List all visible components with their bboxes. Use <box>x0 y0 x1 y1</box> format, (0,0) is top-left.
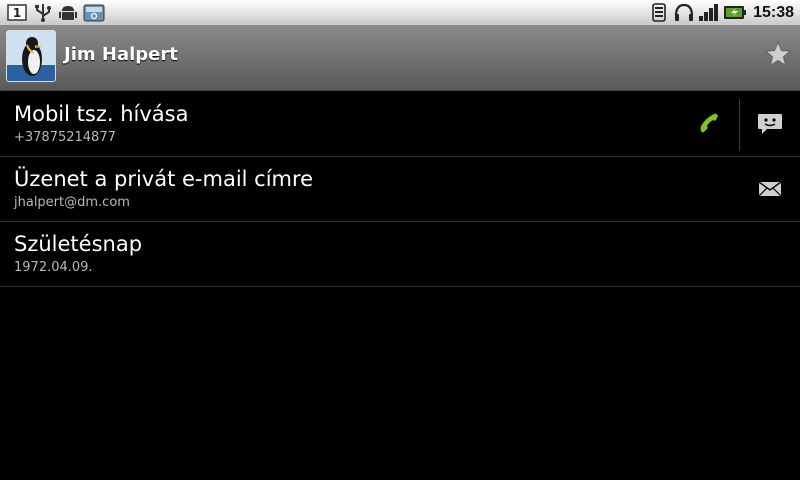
phone-signal-icon <box>652 3 666 22</box>
call-button[interactable] <box>680 91 740 156</box>
row-subtitle: 1972.04.09. <box>14 260 93 275</box>
row-subtitle: jhalpert@dm.com <box>14 195 130 210</box>
svg-text:1: 1 <box>13 6 21 20</box>
android-debug-icon <box>59 6 77 20</box>
headphones-icon <box>674 3 694 21</box>
email-icon <box>758 180 782 196</box>
usb-icon <box>35 4 51 22</box>
sms-icon <box>758 113 782 134</box>
sim-1-icon: 1 <box>7 4 27 21</box>
detail-row-phone[interactable]: Mobil tsz. hívása +37875214877 <box>0 91 800 157</box>
status-bar[interactable]: 1 15:38 <box>0 0 800 25</box>
contact-header: Jim Halpert <box>0 25 800 91</box>
row-subtitle: +37875214877 <box>14 130 116 145</box>
detail-row-birthday[interactable]: Születésnap 1972.04.09. <box>0 221 800 287</box>
star-icon[interactable] <box>764 40 792 68</box>
email-button[interactable] <box>740 156 800 221</box>
row-title: Mobil tsz. hívása <box>14 102 189 126</box>
row-title: Üzenet a privát e-mail címre <box>14 167 314 191</box>
contact-avatar[interactable] <box>6 30 56 82</box>
clock-time: 15:38 <box>753 4 794 21</box>
battery-charging-icon <box>724 6 746 19</box>
sd-card-icon <box>83 4 105 22</box>
contact-name: Jim Halpert <box>64 44 178 65</box>
sms-button[interactable] <box>740 91 800 156</box>
row-title: Születésnap <box>14 232 143 256</box>
signal-bars-icon <box>699 4 718 21</box>
call-icon <box>700 113 718 133</box>
penguin-photo <box>7 31 55 81</box>
detail-row-email[interactable]: Üzenet a privát e-mail címre jhalpert@dm… <box>0 156 800 222</box>
